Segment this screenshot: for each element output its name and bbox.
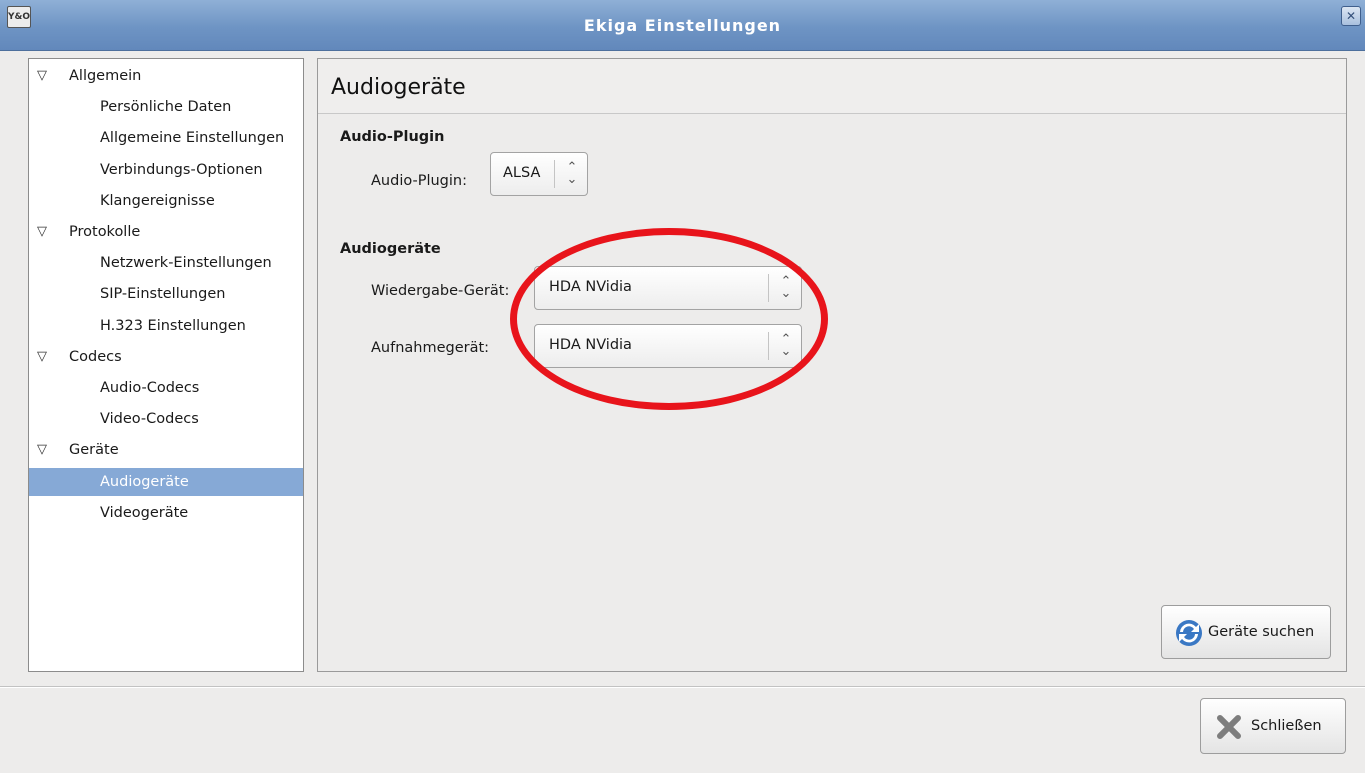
tree-group[interactable]: ▽ Protokolle bbox=[29, 218, 303, 246]
tree-item[interactable]: Video-Codecs bbox=[29, 405, 303, 433]
settings-panel: Audiogeräte Audio-Plugin Audio-Plugin: A… bbox=[317, 58, 1347, 672]
expander-triangle-icon[interactable]: ▽ bbox=[37, 436, 47, 464]
tree-item-label: Netzwerk-Einstellungen bbox=[100, 255, 272, 272]
tree-item-label: Protokolle bbox=[69, 224, 141, 240]
tree-item-label: Video-Codecs bbox=[100, 411, 199, 428]
tree-item-label: SIP-Einstellungen bbox=[100, 286, 226, 303]
tree-item-label: Klangereignisse bbox=[100, 192, 215, 209]
expander-triangle-icon[interactable]: ▽ bbox=[37, 218, 47, 246]
settings-tree: ▽ Allgemein Persönliche Daten Allgemeine Ei… bbox=[28, 58, 304, 672]
tree-item-label: Verbindungs-Optionen bbox=[100, 161, 263, 178]
tree-item[interactable]: Netzwerk-Einstellungen bbox=[29, 249, 303, 277]
page-title: Audiogeräte bbox=[331, 75, 466, 100]
combo-separator bbox=[768, 274, 769, 302]
close-button[interactable]: Schließen bbox=[1200, 698, 1346, 754]
audio-plugin-value: ALSA bbox=[503, 165, 541, 181]
tree-item[interactable]: Allgemeine Einstellungen bbox=[29, 124, 303, 152]
tree-item-label: Audio-Codecs bbox=[100, 380, 200, 396]
tree-item[interactable]: Audiogeräte bbox=[29, 467, 303, 496]
tree-item[interactable]: Verbindungs-Optionen bbox=[29, 156, 303, 184]
tree-item[interactable]: Audio-Codecs bbox=[29, 374, 303, 402]
tree-item-label: H.323 Einstellungen bbox=[100, 317, 246, 334]
record-device-select[interactable]: HDA NVidia ⌃ ⌄ bbox=[534, 324, 802, 368]
tree-item-label: Allgemein bbox=[69, 68, 142, 84]
audio-plugin-section-title: Audio-Plugin bbox=[340, 129, 445, 145]
close-window-icon[interactable]: ✕ bbox=[1341, 6, 1361, 26]
updown-arrow-icon: ⌃ ⌄ bbox=[780, 332, 792, 359]
record-device-label: Aufnahmegerät: bbox=[371, 340, 490, 356]
tree-group[interactable]: ▽ Allgemein bbox=[29, 62, 303, 90]
tree-item-label: Geräte bbox=[69, 442, 119, 459]
tree-item[interactable]: H.323 Einstellungen bbox=[29, 312, 303, 340]
tree-item-label: Videogeräte bbox=[100, 504, 189, 521]
combo-separator bbox=[554, 160, 555, 188]
expander-triangle-icon[interactable]: ▽ bbox=[37, 343, 47, 371]
close-button-label: Schließen bbox=[1251, 718, 1322, 734]
updown-arrow-icon: ⌃ ⌄ bbox=[780, 274, 792, 301]
tree-item[interactable]: SIP-Einstellungen bbox=[29, 280, 303, 308]
tree-item[interactable]: Klangereignisse bbox=[29, 187, 303, 215]
record-device-value: HDA NVidia bbox=[549, 337, 632, 353]
playback-device-label: Wiedergabe-Gerät: bbox=[371, 283, 510, 299]
tree-item-label: Persönliche Daten bbox=[100, 99, 232, 116]
combo-separator bbox=[768, 332, 769, 360]
close-x-icon bbox=[1217, 715, 1241, 739]
search-devices-button[interactable]: Geräte suchen bbox=[1161, 605, 1331, 659]
title-bar: Y&O Ekiga Einstellungen ✕ bbox=[0, 0, 1365, 51]
panel-header: Audiogeräte bbox=[318, 59, 1346, 114]
tree-group[interactable]: ▽ Codecs bbox=[29, 343, 303, 371]
window-title: Ekiga Einstellungen bbox=[583, 16, 782, 35]
footer-divider-highlight bbox=[0, 687, 1365, 688]
tree-item[interactable]: Videogeräte bbox=[29, 499, 303, 527]
tree-item[interactable]: Persönliche Daten bbox=[29, 93, 303, 121]
expander-triangle-icon[interactable]: ▽ bbox=[37, 62, 47, 90]
refresh-icon bbox=[1176, 620, 1202, 646]
playback-device-select[interactable]: HDA NVidia ⌃ ⌄ bbox=[534, 266, 802, 310]
tree-item-label: Allgemeine Einstellungen bbox=[100, 130, 285, 147]
search-devices-label: Geräte suchen bbox=[1208, 624, 1315, 640]
updown-arrow-icon: ⌃ ⌄ bbox=[566, 160, 578, 187]
playback-device-value: HDA NVidia bbox=[549, 279, 632, 295]
tree-item-label: Codecs bbox=[69, 348, 122, 365]
audio-devices-section-title: Audiogeräte bbox=[340, 241, 441, 257]
tree-item-label: Audiogeräte bbox=[100, 473, 189, 490]
audio-plugin-label: Audio-Plugin: bbox=[371, 173, 467, 189]
tree-group[interactable]: ▽ Geräte bbox=[29, 436, 303, 464]
audio-plugin-select[interactable]: ALSA ⌃ ⌄ bbox=[490, 152, 588, 196]
